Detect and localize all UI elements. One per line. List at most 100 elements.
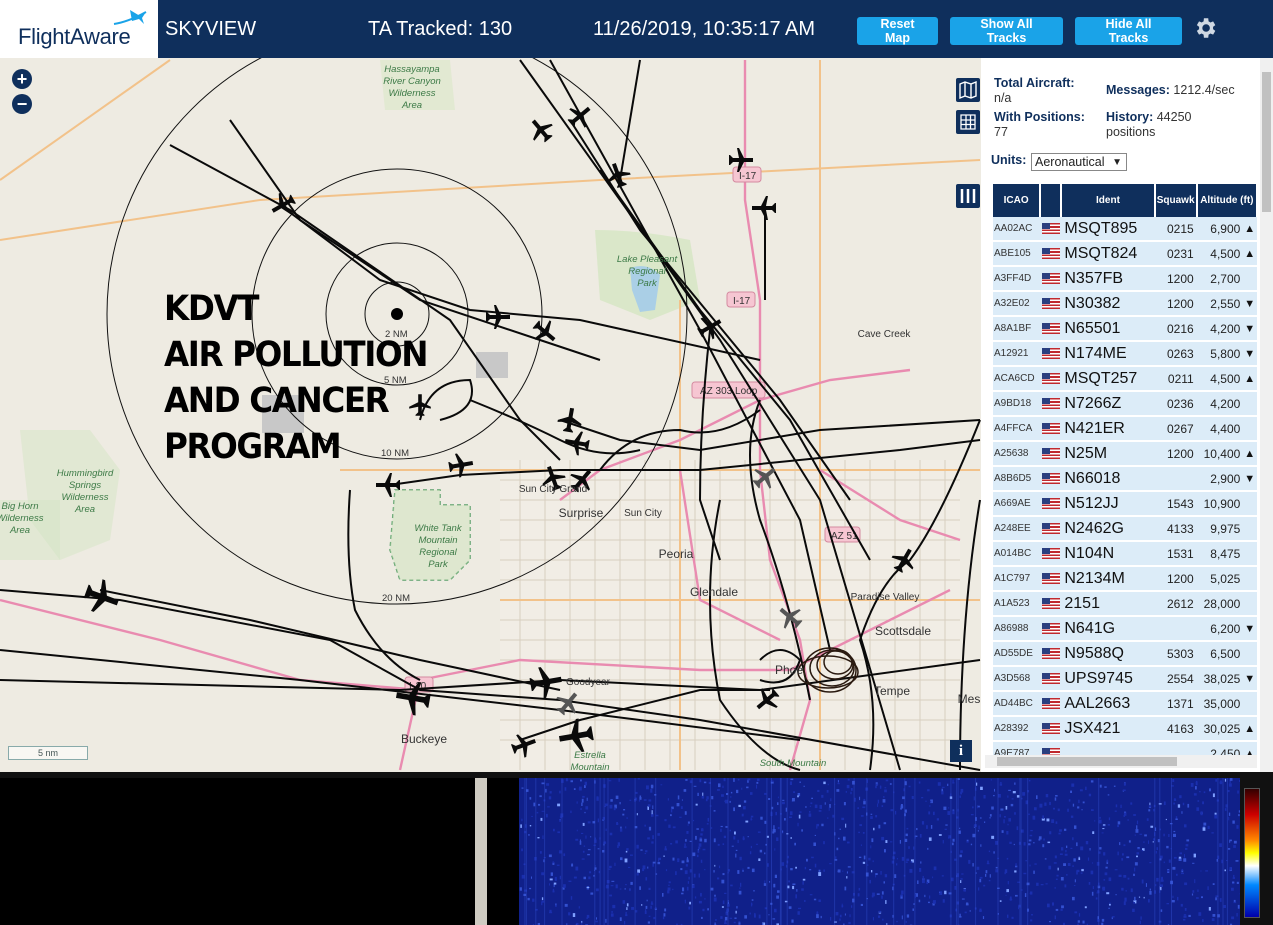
shield-i17: I-17 [739,171,757,182]
altitude-cell: 5,800 [1196,341,1244,367]
table-row[interactable]: A86988 N641G 6,200 ▼ [993,616,1257,642]
table-row[interactable]: AD55DE N9588Q 5303 6,500 [993,641,1257,667]
column-header-altitude[interactable]: Altitude (ft) [1196,184,1259,217]
place-tempe: Tempe [874,684,910,698]
us-flag-icon [1041,273,1060,284]
table-row[interactable]: A8B6D5 N66018 2,900 ▼ [993,466,1257,492]
squawk-cell: 1371 [1154,691,1197,717]
table-row[interactable]: AD44BC AAL2663 1371 35,000 [993,691,1257,717]
flag-cell [1040,691,1062,717]
ident-cell: N512JJ [1061,491,1155,517]
grid-icon [960,114,976,130]
altitude-trend-icon [1243,566,1257,592]
table-row[interactable]: ACA6CD MSQT257 0211 4,500 ▲ [993,366,1257,392]
icao-cell: A3D568 [993,666,1041,692]
overlay-line-4: PROGRAM [164,427,342,467]
us-flag-icon [1041,598,1060,609]
squawk-cell [1154,466,1197,492]
table-row[interactable]: A014BC N104N 1531 8,475 [993,541,1257,567]
gear-icon[interactable] [1192,15,1218,41]
hide-all-tracks-button[interactable]: Hide All Tracks [1075,17,1182,45]
column-header-ident[interactable]: Ident [1061,184,1156,217]
shield-i17b: I-17 [733,296,751,307]
place-white-tank-4: Park [428,559,449,570]
site-name: SKYVIEW [165,18,257,40]
columns-toggle-button[interactable] [956,184,980,208]
column-header-squawk[interactable]: Squawk [1154,184,1198,217]
squawk-cell: 0236 [1154,391,1197,417]
flag-cell [1040,466,1062,492]
zoom-out-button[interactable]: − [12,94,32,114]
icao-cell: A1C797 [993,566,1041,592]
table-row[interactable]: A28392 JSX421 4163 30,025 ▲ [993,716,1257,742]
table-row[interactable]: A9BD18 N7266Z 0236 4,200 [993,391,1257,417]
us-flag-icon [1041,348,1060,359]
table-row[interactable]: A1C797 N2134M 1200 5,025 [993,566,1257,592]
flag-cell [1040,516,1062,542]
table-row[interactable]: A1A523 2151 2612 28,000 [993,591,1257,617]
flag-cell [1040,491,1062,517]
us-flag-icon [1041,248,1060,259]
us-flag-icon [1041,398,1060,409]
with-positions-label: With Positions: [994,110,1085,124]
altitude-trend-icon: ▼ [1243,666,1257,692]
map-view[interactable]: I-17 I-17 AZ 303 Loop AZ 51 I-10 2 NM 5 … [0,58,981,772]
scrollbar-thumb[interactable] [1262,72,1271,212]
show-all-tracks-button[interactable]: Show All Tracks [950,17,1063,45]
table-row[interactable]: A32E02 N30382 1200 2,550 ▼ [993,291,1257,317]
place-big-horn-1: Big Horn [2,501,39,512]
column-header-icao[interactable]: ICAO [993,184,1042,217]
map-layers-button[interactable] [956,78,980,102]
place-lake-pleasant-3: Park [637,278,658,289]
ident-cell: N174ME [1061,341,1155,367]
grid-toggle-button[interactable] [956,110,980,134]
squawk-cell: 2554 [1154,666,1197,692]
altitude-trend-icon [1243,416,1257,442]
range-label-20nm: 20 NM [382,593,410,604]
table-row[interactable]: ABE105 MSQT824 0231 4,500 ▲ [993,241,1257,267]
flag-cell [1040,217,1062,242]
zoom-in-button[interactable]: + [12,69,32,89]
map-icon [959,80,977,100]
scrollbar-thumb[interactable] [997,757,1177,766]
column-header-flag[interactable] [1040,184,1063,217]
table-row[interactable]: A669AE N512JJ 1543 10,900 [993,491,1257,517]
table-row[interactable]: A8A1BF N65501 0216 4,200 ▼ [993,316,1257,342]
table-row[interactable]: AA02AC MSQT895 0215 6,900 ▲ [993,217,1257,242]
panel-horizontal-scrollbar[interactable] [985,755,1257,768]
table-row[interactable]: A248EE N2462G 4133 9,975 [993,516,1257,542]
table-row[interactable]: A12921 N174ME 0263 5,800 ▼ [993,341,1257,367]
blank-gutter [487,778,519,925]
panel-divider [475,778,487,925]
overlay-caption: KDVT AIR POLLUTION AND CANCER PROGRAM [164,286,428,470]
altitude-cell: 4,200 [1196,316,1244,342]
ident-cell: 2151 [1061,591,1155,617]
table-row[interactable]: A3D568 UPS9745 2554 38,025 ▼ [993,666,1257,692]
panel-vertical-scrollbar[interactable] [1260,58,1273,772]
flightaware-logo[interactable]: FlightAware [0,0,161,58]
squawk-cell: 4163 [1154,716,1197,742]
squawk-cell: 0231 [1154,241,1197,267]
place-glendale: Glendale [690,585,738,599]
units-label: Units: [991,153,1027,167]
units-select[interactable]: Aeronautical ▼ [1031,153,1127,171]
table-row[interactable]: A4FFCA N421ER 0267 4,400 [993,416,1257,442]
altitude-trend-icon [1243,266,1257,292]
table-row[interactable]: A25638 N25M 1200 10,400 ▲ [993,441,1257,467]
info-button[interactable]: i [950,740,972,762]
place-estrella-2: Mountain [570,762,609,772]
blank-panel [0,778,475,925]
reset-map-button[interactable]: Reset Map [857,17,938,45]
map-canvas[interactable]: I-17 I-17 AZ 303 Loop AZ 51 I-10 2 NM 5 … [0,58,981,772]
place-white-tank-1: White Tank [414,523,462,534]
flag-cell [1040,416,1062,442]
squawk-cell: 0216 [1154,316,1197,342]
place-lake-pleasant-1: Lake Pleasant [617,254,678,265]
icao-cell: AD55DE [993,641,1041,667]
altitude-cell: 6,900 [1196,217,1244,242]
with-positions-stat: With Positions: 77 [994,110,1085,140]
messages-label: Messages: [1106,83,1170,97]
overlay-line-2: AIR POLLUTION [164,335,428,375]
table-row[interactable]: A3FF4D N357FB 1200 2,700 [993,266,1257,292]
top-bar: FlightAware SKYVIEW TA Tracked: 130 11/2… [0,0,1273,58]
